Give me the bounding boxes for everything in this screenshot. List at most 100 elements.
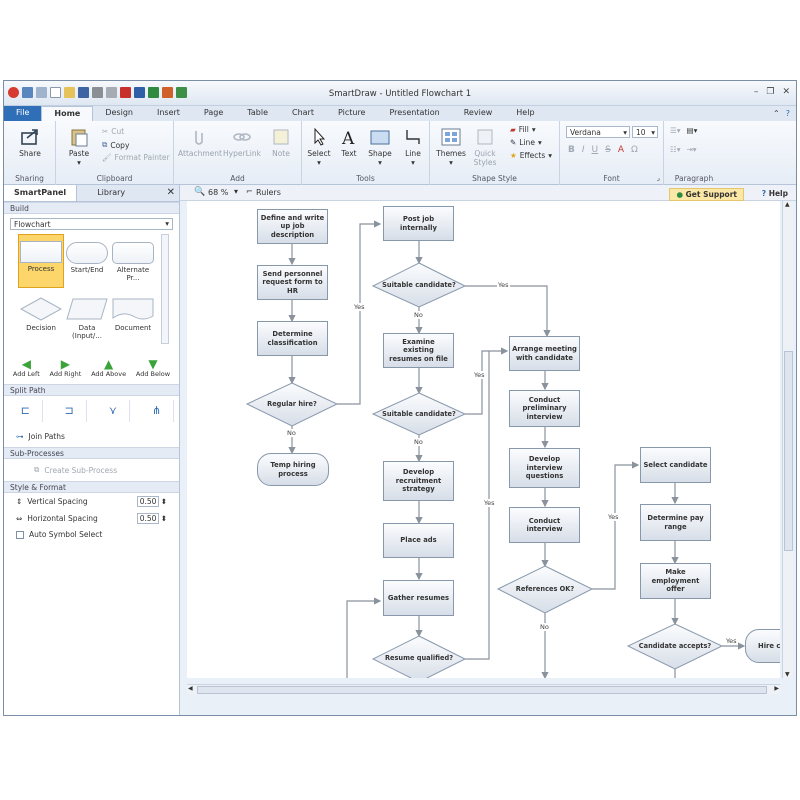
process-node[interactable]: Determine pay range (640, 504, 711, 541)
process-node[interactable]: Conduct preliminary interview (509, 390, 580, 427)
diagram-canvas[interactable]: Define and write up job description Send… (187, 201, 780, 678)
tab-picture[interactable]: Picture (326, 106, 378, 121)
rulers-toggle[interactable]: Rulers (256, 188, 281, 197)
get-support-button[interactable]: ● Get Support (669, 188, 744, 201)
terminator-node[interactable]: Temp hiring process (257, 453, 329, 486)
shape-dropdown-icon[interactable]: ▾ (378, 158, 382, 167)
zoom-level[interactable]: 68 % (208, 188, 228, 197)
tab-insert[interactable]: Insert (145, 106, 192, 121)
vertical-spacing-stepper[interactable]: 0.50 ⬍ (136, 496, 167, 507)
stepper-arrows-icon[interactable]: ⬍ (161, 497, 167, 506)
copy-button[interactable]: ⧉ Copy (102, 140, 129, 150)
line-dropdown-icon[interactable]: ▾ (411, 158, 415, 167)
tab-smartpanel[interactable]: SmartPanel (4, 185, 78, 201)
split-right-icon[interactable]: ⊐ (53, 400, 87, 422)
attachment-button[interactable]: Attachment (178, 127, 222, 158)
shape-alternate-process[interactable]: Alternate Pr... (110, 240, 156, 282)
indent-icon[interactable]: ⇥▾ (687, 145, 697, 154)
template-select[interactable]: Flowchart ▾ (10, 218, 173, 230)
share-button[interactable]: Share (12, 127, 48, 158)
tab-library[interactable]: Library (77, 185, 135, 201)
rulers-icon[interactable]: ⌐ (246, 187, 253, 196)
process-node[interactable]: Make employment offer (640, 563, 711, 599)
add-above-button[interactable]: ▲ Add Above (91, 358, 126, 378)
ohm-symbol-icon[interactable]: Ω (631, 145, 638, 155)
quick-styles-button[interactable]: Quick Styles (470, 127, 500, 167)
font-name-select[interactable]: Verdana ▾ (566, 126, 630, 138)
font-dialog-launcher-icon[interactable]: ⌟ (657, 174, 660, 182)
process-node[interactable]: Develop recruitment strategy (383, 461, 454, 501)
panel-close-icon[interactable]: ✕ (167, 187, 175, 198)
add-below-button[interactable]: ▼ Add Below (136, 358, 170, 378)
font-size-select[interactable]: 10 ▾ (632, 126, 658, 138)
shape-document[interactable]: Document (110, 296, 156, 332)
process-node[interactable]: Select candidate (640, 447, 711, 483)
split-down-icon[interactable]: ⋎ (96, 400, 131, 422)
themes-dropdown-icon[interactable]: ▾ (449, 158, 453, 167)
paste-button[interactable]: Paste ▾ (62, 127, 96, 167)
process-node[interactable]: Conduct interview (509, 507, 580, 543)
effects-button[interactable]: ★ Effects ▾ (510, 151, 552, 160)
shape-decision[interactable]: Decision (18, 296, 64, 332)
help-icon[interactable]: ? (786, 109, 790, 118)
stepper-arrows-icon[interactable]: ⬍ (161, 514, 167, 523)
text-tool-button[interactable]: A Text (334, 127, 364, 158)
restore-icon[interactable]: ❐ (766, 87, 774, 97)
bullet-list-icon[interactable]: ☰▾ (670, 126, 681, 135)
font-color-icon[interactable]: A (618, 145, 624, 155)
tab-help[interactable]: Help (504, 106, 546, 121)
vertical-scroll-thumb[interactable] (784, 351, 793, 551)
horizontal-scroll-thumb[interactable] (197, 686, 767, 694)
tab-chart[interactable]: Chart (280, 106, 326, 121)
scroll-left-icon[interactable]: ◀ (188, 685, 193, 692)
scroll-up-icon[interactable]: ▲ (785, 201, 790, 208)
zoom-dropdown-icon[interactable]: ▾ (234, 187, 238, 196)
process-node[interactable]: Place ads (383, 523, 454, 558)
numbered-list-icon[interactable]: ☷▾ (670, 145, 681, 154)
add-right-button[interactable]: ▶ Add Right (50, 358, 82, 378)
horizontal-spacing-stepper[interactable]: 0.50 ⬍ (136, 513, 167, 524)
gallery-scrollbar[interactable] (161, 234, 169, 344)
fill-button[interactable]: ▰ Fill ▾ (510, 125, 536, 134)
line-style-button[interactable]: ✎ Line ▾ (510, 138, 542, 147)
horizontal-scrollbar[interactable]: ◀ ▶ (187, 684, 780, 694)
tab-design[interactable]: Design (93, 106, 145, 121)
horizontal-spacing-value[interactable]: 0.50 (136, 513, 159, 524)
select-dropdown-icon[interactable]: ▾ (317, 158, 321, 167)
collapse-ribbon-icon[interactable]: ⌃ (773, 109, 780, 118)
shape-data[interactable]: Data (Input/... (64, 296, 110, 340)
shape-process[interactable]: Process (18, 234, 64, 288)
format-painter-button[interactable]: 🖌 Format Painter (102, 153, 170, 162)
select-tool-button[interactable]: Select ▾ (304, 127, 334, 167)
process-node[interactable]: Examine existing resumes on file (383, 333, 454, 368)
line-tool-button[interactable]: Line ▾ (398, 127, 428, 167)
shape-start-end[interactable]: Start/End (64, 240, 110, 274)
shape-tool-button[interactable]: Shape ▾ (364, 127, 396, 167)
process-node[interactable]: Define and write up job description (257, 209, 328, 244)
hyperlink-button[interactable]: HyperLink (222, 127, 262, 158)
split-tree-icon[interactable]: ⋔ (140, 400, 175, 422)
auto-symbol-checkbox[interactable] (16, 530, 24, 539)
process-node[interactable]: Develop interview questions (509, 448, 580, 488)
process-node[interactable]: Determine classification (257, 321, 328, 356)
minimize-icon[interactable]: – (754, 87, 759, 97)
italic-icon[interactable]: I (582, 145, 585, 155)
vertical-scrollbar[interactable]: ▲ ▼ (782, 201, 793, 678)
process-node[interactable]: Gather resumes (383, 580, 454, 616)
align-icon[interactable]: ▤▾ (687, 126, 698, 135)
tab-page[interactable]: Page (192, 106, 235, 121)
join-paths-button[interactable]: ⊶ Join Paths (4, 426, 179, 447)
process-node[interactable]: Send personnel request form to HR (257, 265, 328, 300)
tab-file[interactable]: File (4, 106, 42, 121)
process-node[interactable]: Arrange meeting with candidate (509, 336, 580, 371)
strikethrough-icon[interactable]: S (605, 145, 611, 155)
auto-symbol-row[interactable]: Auto Symbol Select (4, 527, 179, 542)
note-button[interactable]: Note (264, 127, 298, 158)
add-left-button[interactable]: ◀ Add Left (13, 358, 40, 378)
process-node[interactable]: Post job internally (383, 206, 454, 241)
close-icon[interactable]: ✕ (782, 87, 790, 97)
bold-icon[interactable]: B (568, 145, 575, 155)
themes-button[interactable]: Themes ▾ (434, 127, 468, 167)
zoom-icon[interactable]: 🔍 (194, 187, 205, 197)
tab-table[interactable]: Table (235, 106, 280, 121)
